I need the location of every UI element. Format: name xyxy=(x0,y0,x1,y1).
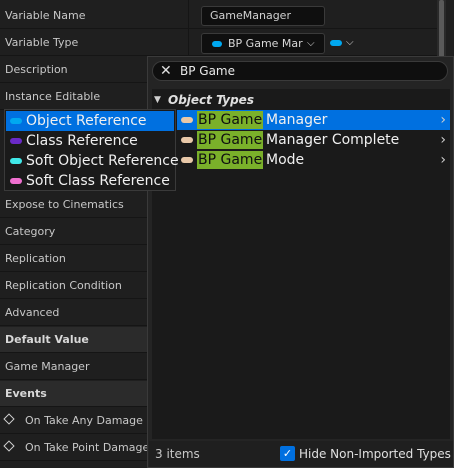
object-type-pill-icon xyxy=(181,157,193,163)
soft-object-reference-pill-icon xyxy=(10,158,22,164)
search-match-highlight: BP Game xyxy=(197,131,264,149)
reference-type-menu: Object Reference Class Reference Soft Ob… xyxy=(4,109,179,191)
section-label: Default Value xyxy=(5,333,89,346)
row-label: Description xyxy=(5,63,68,76)
row-label: Replication xyxy=(5,252,66,265)
chevron-right-icon[interactable]: › xyxy=(440,150,446,170)
item-label: Manager xyxy=(266,112,328,128)
menu-item-label: Soft Class Reference xyxy=(26,173,170,189)
object-type-pill-icon xyxy=(181,137,193,143)
row-label: Variable Type xyxy=(5,36,79,49)
list-item[interactable]: BP Game Mode › xyxy=(177,150,450,170)
item-label: Mode xyxy=(266,152,305,168)
type-picker-popup: ✕ ▼ Object Types BP Game Manager › BP Ga… xyxy=(147,56,454,468)
object-reference-pill-icon xyxy=(10,118,22,124)
object-type-pill-icon xyxy=(181,117,193,123)
search-match-highlight: BP Game xyxy=(197,151,264,169)
menu-item-label: Object Reference xyxy=(26,113,147,129)
search-box[interactable]: ✕ xyxy=(152,61,448,81)
variable-name-input[interactable]: GameManager xyxy=(201,6,325,26)
event-label: On Take Point Damage xyxy=(25,441,150,454)
chevron-right-icon[interactable]: › xyxy=(440,110,446,130)
menu-item-class-reference[interactable]: Class Reference xyxy=(6,131,174,151)
row-label: Variable Name xyxy=(5,9,86,22)
row-label: Instance Editable xyxy=(5,90,101,103)
search-match-highlight: BP Game xyxy=(197,111,264,129)
chevron-right-icon[interactable]: › xyxy=(440,130,446,150)
column-divider xyxy=(188,0,189,56)
row-label: Advanced xyxy=(5,306,60,319)
expand-triangle-icon: ▼ xyxy=(154,95,161,105)
menu-item-label: Class Reference xyxy=(26,133,138,149)
category-label: Object Types xyxy=(168,93,254,107)
menu-item-soft-object-reference[interactable]: Soft Object Reference xyxy=(6,151,179,171)
menu-item-label: Soft Object Reference xyxy=(26,153,179,169)
event-diamond-icon xyxy=(3,440,15,452)
variable-type-dropdown[interactable]: BP Game Mar ⌵ xyxy=(201,33,325,54)
row-label: Category xyxy=(5,225,56,238)
list-item[interactable]: BP Game Manager Complete › xyxy=(177,130,450,150)
single-container-icon xyxy=(330,40,342,46)
clear-search-icon[interactable]: ✕ xyxy=(160,62,172,80)
event-label: On Take Any Damage xyxy=(25,414,143,427)
item-label: Manager Complete xyxy=(266,132,400,148)
item-count: 3 items xyxy=(155,447,200,461)
hide-non-imported-checkbox[interactable]: ✓ xyxy=(280,446,295,461)
row-label: Game Manager xyxy=(5,360,90,373)
list-item[interactable]: BP Game Manager › xyxy=(177,110,450,130)
variable-type-value: BP Game Mar xyxy=(228,37,303,50)
section-label: Events xyxy=(5,387,47,400)
checkbox-label[interactable]: Hide Non-Imported Types xyxy=(299,441,451,467)
picker-footer: 3 items ✓ Hide Non-Imported Types xyxy=(149,441,453,467)
type-color-pill-icon xyxy=(212,41,222,47)
chevron-down-icon: ⌵ xyxy=(307,38,315,49)
menu-item-object-reference[interactable]: Object Reference xyxy=(6,111,174,131)
row-label: Expose to Cinematics xyxy=(5,198,124,211)
event-diamond-icon xyxy=(3,413,15,425)
chevron-down-icon: ⌵ xyxy=(346,37,354,48)
row-label: Replication Condition xyxy=(5,279,122,292)
type-list: ▼ Object Types BP Game Manager › BP Game… xyxy=(152,89,450,439)
soft-class-reference-pill-icon xyxy=(10,178,22,184)
menu-item-soft-class-reference[interactable]: Soft Class Reference xyxy=(6,171,174,191)
class-reference-pill-icon xyxy=(10,138,22,144)
search-input[interactable] xyxy=(180,63,440,79)
